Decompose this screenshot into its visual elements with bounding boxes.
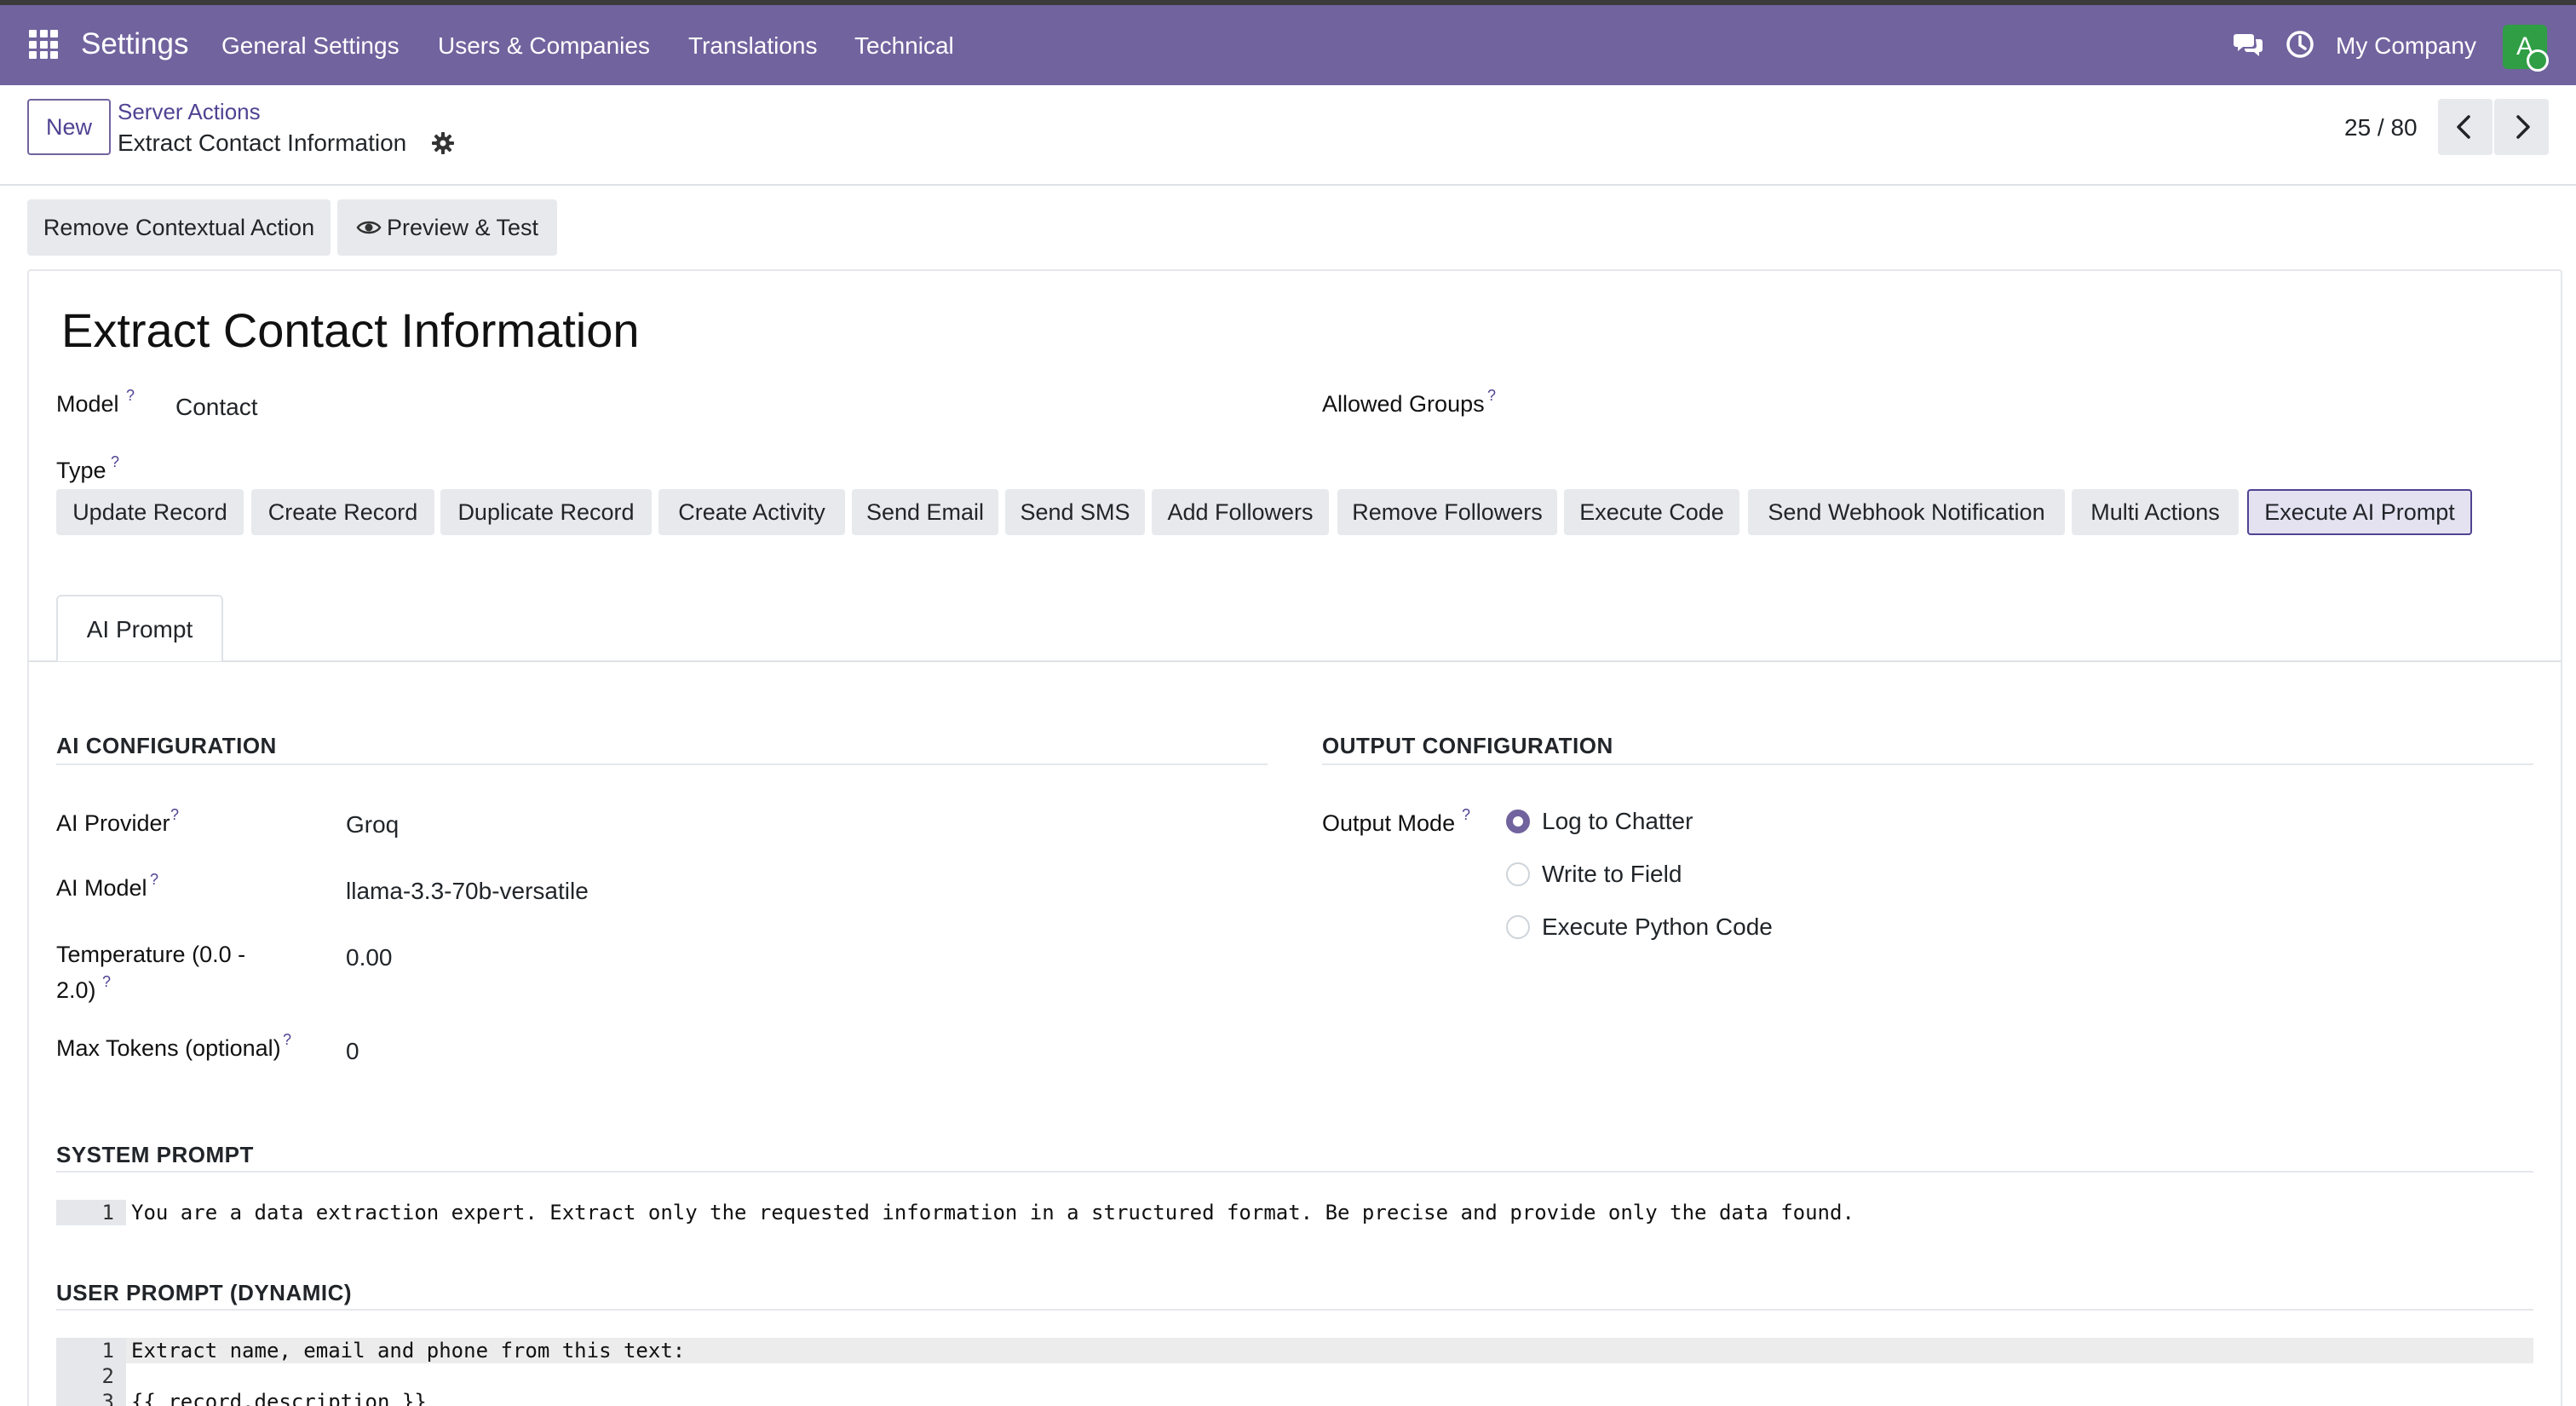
eye-icon <box>356 221 382 234</box>
radio-label-execute-python-code[interactable]: Execute Python Code <box>1542 912 1773 942</box>
clock-icon[interactable] <box>2285 29 2315 60</box>
line-number: 2 <box>56 1363 126 1389</box>
line-number: 1 <box>56 1200 126 1225</box>
type-remove-followers[interactable]: Remove Followers <box>1337 489 1557 535</box>
radio-log-to-chatter[interactable] <box>1506 810 1530 833</box>
model-help-icon[interactable]: ? <box>126 387 135 404</box>
pager-previous-button[interactable] <box>2438 99 2493 155</box>
ai-model-value[interactable]: llama-3.3-70b-versatile <box>346 876 589 907</box>
code-line: 1 You are a data extraction expert. Extr… <box>56 1200 2533 1225</box>
menu-general-settings[interactable]: General Settings <box>221 31 400 61</box>
code-line: 1 Extract name, email and phone from thi… <box>56 1338 2533 1363</box>
type-update-record[interactable]: Update Record <box>56 489 244 535</box>
breadcrumb-current: Extract Contact Information <box>118 130 407 156</box>
ai-provider-help-icon[interactable]: ? <box>170 806 179 823</box>
app-title[interactable]: Settings <box>81 27 188 61</box>
menu-users-companies[interactable]: Users & Companies <box>438 31 650 61</box>
line-number: 3 <box>56 1389 126 1406</box>
user-prompt-divider <box>56 1309 2533 1311</box>
output-mode-help-icon[interactable]: ? <box>1462 806 1470 823</box>
ai-provider-value[interactable]: Groq <box>346 810 399 840</box>
max-tokens-value[interactable]: 0 <box>346 1036 359 1067</box>
breadcrumb-server-actions[interactable]: Server Actions <box>118 97 261 126</box>
max-tokens-label: Max Tokens (optional) <box>56 1035 281 1061</box>
type-duplicate-record[interactable]: Duplicate Record <box>440 489 652 535</box>
system-prompt-divider <box>56 1171 2533 1173</box>
allowed-groups-label: Allowed Groups <box>1322 391 1485 417</box>
preview-test-button[interactable]: Preview & Test <box>337 199 557 256</box>
type-label: Type <box>56 458 106 483</box>
chevron-right-icon <box>2516 115 2530 139</box>
browser-edge <box>0 0 2576 5</box>
preview-test-label: Preview & Test <box>386 215 539 240</box>
apps-grid-icon[interactable] <box>29 30 58 59</box>
type-add-followers[interactable]: Add Followers <box>1152 489 1329 535</box>
code-line: 3 {{ record.description }} <box>56 1389 2533 1406</box>
code-text[interactable]: You are a data extraction expert. Extrac… <box>131 1200 1854 1225</box>
max-tokens-help-icon[interactable]: ? <box>283 1031 291 1048</box>
pager-next-button[interactable] <box>2494 99 2549 155</box>
menu-technical[interactable]: Technical <box>854 31 954 61</box>
chat-bubbles-icon[interactable] <box>2234 29 2264 60</box>
output-configuration-heading: OUTPUT CONFIGURATION <box>1322 733 1613 758</box>
allowed-groups-help-icon[interactable]: ? <box>1487 387 1496 404</box>
menu-translations[interactable]: Translations <box>688 31 817 61</box>
record-name-title[interactable]: Extract Contact Information <box>61 300 640 361</box>
type-help-icon[interactable]: ? <box>111 453 119 470</box>
form-sheet <box>27 269 2562 1406</box>
type-send-sms[interactable]: Send SMS <box>1005 489 1145 535</box>
radio-label-log-to-chatter[interactable]: Log to Chatter <box>1542 806 1693 837</box>
temperature-value[interactable]: 0.00 <box>346 942 393 973</box>
chevron-left-icon <box>2457 115 2470 139</box>
type-create-activity[interactable]: Create Activity <box>658 489 845 535</box>
gear-icon[interactable] <box>431 131 455 155</box>
temperature-label-line1: Temperature (0.0 - <box>56 942 246 967</box>
ai-model-help-icon[interactable]: ? <box>150 871 158 888</box>
system-prompt-heading: SYSTEM PROMPT <box>56 1142 254 1167</box>
tab-ai-prompt[interactable]: AI Prompt <box>56 595 223 661</box>
type-execute-code[interactable]: Execute Code <box>1564 489 1739 535</box>
system-prompt-editor[interactable]: 1 You are a data extraction expert. Extr… <box>56 1200 2533 1225</box>
company-switcher[interactable]: My Company <box>2336 31 2476 61</box>
type-create-record[interactable]: Create Record <box>251 489 434 535</box>
type-multi-actions[interactable]: Multi Actions <box>2072 489 2239 535</box>
tab-divider <box>29 660 2561 662</box>
type-send-email[interactable]: Send Email <box>852 489 998 535</box>
radio-write-to-field[interactable] <box>1506 862 1530 886</box>
model-label: Model <box>56 391 119 417</box>
ai-configuration-divider <box>56 764 1268 765</box>
pager-value[interactable]: 25 / 80 <box>2344 112 2418 143</box>
new-button[interactable]: New <box>27 99 111 155</box>
user-prompt-editor[interactable]: 1 Extract name, email and phone from thi… <box>56 1338 2533 1406</box>
temperature-label-line2: 2.0) <box>56 977 96 1003</box>
radio-label-write-to-field[interactable]: Write to Field <box>1542 859 1682 890</box>
line-number: 1 <box>56 1338 126 1363</box>
remove-contextual-action-button[interactable]: Remove Contextual Action <box>27 199 331 256</box>
user-prompt-heading: USER PROMPT (DYNAMIC) <box>56 1280 353 1305</box>
radio-execute-python-code[interactable] <box>1506 915 1530 939</box>
code-text[interactable]: Extract name, email and phone from this … <box>131 1338 685 1363</box>
output-configuration-divider <box>1322 764 2533 765</box>
code-text[interactable]: {{ record.description }} <box>131 1389 427 1406</box>
ai-provider-label: AI Provider <box>56 810 170 836</box>
online-status-dot <box>2527 49 2549 72</box>
type-execute-ai-prompt[interactable]: Execute AI Prompt <box>2247 489 2472 535</box>
ai-configuration-heading: AI CONFIGURATION <box>56 733 277 758</box>
ai-model-label: AI Model <box>56 875 147 901</box>
code-line: 2 <box>56 1363 2533 1389</box>
output-mode-label: Output Mode <box>1322 810 1456 836</box>
model-value[interactable]: Contact <box>175 392 258 423</box>
type-send-webhook-notification[interactable]: Send Webhook Notification <box>1748 489 2065 535</box>
temperature-help-icon[interactable]: ? <box>102 973 111 990</box>
